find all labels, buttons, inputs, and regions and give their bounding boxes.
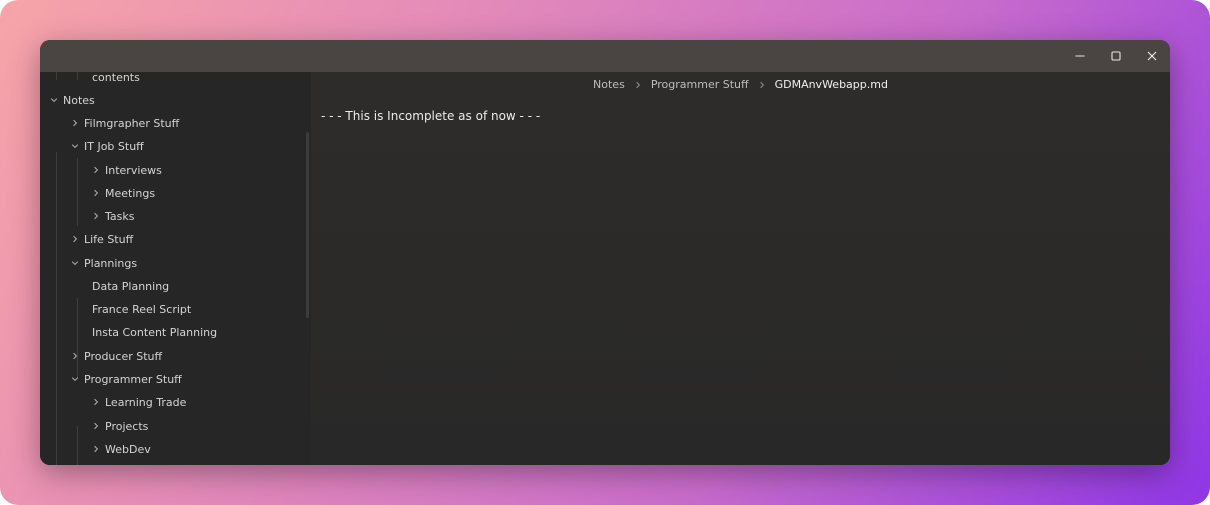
file-item-data-planning[interactable]: Data Planning [92,275,169,297]
tree-item-label: IT Job Stuff [84,139,144,153]
tree-item-label: Interviews [105,163,162,177]
tree-item-label: Filmgrapher Stuff [84,116,180,130]
folder-item-learning-trade[interactable]: Learning Trade [90,391,186,413]
minimize-button[interactable] [1062,40,1098,72]
tree-item-label: contents [92,72,140,84]
sidebar-scrollbar[interactable] [306,132,309,318]
chevron-right-icon [90,422,102,430]
indent-guide [56,152,57,465]
tree-item-label: Projects [105,419,149,433]
folder-item-filmgrapher-stuff[interactable]: Filmgrapher Stuff [69,112,179,134]
folder-item-notes[interactable]: Notes [48,89,95,111]
tree-item-label: Producer Stuff [84,349,163,363]
folder-item-interviews[interactable]: Interviews [90,159,162,181]
chevron-right-icon [634,81,642,89]
close-button[interactable] [1134,40,1170,72]
folder-item-projects[interactable]: Projects [90,415,148,437]
minimize-icon [1075,55,1085,57]
desktop-background: contents Notes Filmgrapher Stuff IT Job … [0,0,1210,505]
tree-item-label: Meetings [105,186,156,200]
tree-item-label: Notes [63,93,95,107]
tree-item-label: Life Stuff [84,232,134,246]
folder-item-tasks[interactable]: Tasks [90,205,134,227]
indent-guide [56,72,57,80]
file-explorer-sidebar: contents Notes Filmgrapher Stuff IT Job … [40,72,311,465]
file-item-france-reel-script[interactable]: France Reel Script [92,298,191,320]
folder-item-plannings[interactable]: Plannings [69,252,137,274]
indent-guide [77,158,78,226]
tree-item-label: Data Planning [92,279,170,293]
file-item-insta-content-planning[interactable]: Insta Content Planning [92,321,217,343]
folder-item-programmer-stuff[interactable]: Programmer Stuff [69,368,182,390]
chevron-right-icon [90,166,102,174]
folder-item-webdev[interactable]: WebDev [90,438,151,460]
window-controls [1062,40,1170,72]
folder-item-meetings[interactable]: Meetings [90,182,155,204]
editor-pane[interactable]: Notes Programmer Stuff GDMAnvWebapp.md -… [311,72,1170,465]
folder-item-it-job-stuff[interactable]: IT Job Stuff [69,135,144,157]
indent-guide [77,426,78,465]
app-window: contents Notes Filmgrapher Stuff IT Job … [40,40,1170,465]
breadcrumb-item-notes[interactable]: Notes [593,78,625,91]
title-bar[interactable] [40,40,1170,72]
chevron-down-icon [69,375,81,383]
tree-item-label: Tasks [105,209,135,223]
chevron-right-icon [90,398,102,406]
chevron-right-icon [69,119,81,127]
tree-item-label: WebDev [105,442,151,456]
chevron-right-icon [90,189,102,197]
chevron-right-icon [69,235,81,243]
chevron-down-icon [69,142,81,150]
close-icon [1147,51,1157,61]
chevron-down-icon [48,96,60,104]
tree-item-label: Insta Content Planning [92,325,218,339]
chevron-right-icon [758,81,766,89]
note-content-text[interactable]: - - - This is Incomplete as of now - - - [321,109,540,123]
tree-item-label: Plannings [84,256,138,270]
indent-guide [77,72,78,80]
tree-item-label: Learning Trade [105,395,187,409]
file-item-contents[interactable]: contents [92,72,140,88]
tree-item-label: Programmer Stuff [84,372,182,386]
maximize-button[interactable] [1098,40,1134,72]
breadcrumb: Notes Programmer Stuff GDMAnvWebapp.md [311,78,1170,91]
maximize-icon [1111,51,1121,61]
folder-item-producer-stuff[interactable]: Producer Stuff [69,345,162,367]
breadcrumb-item-programmer-stuff[interactable]: Programmer Stuff [651,78,749,91]
chevron-down-icon [69,259,81,267]
breadcrumb-item-current-file[interactable]: GDMAnvWebapp.md [775,78,888,91]
chevron-right-icon [90,445,102,453]
tree-item-label: France Reel Script [92,302,192,316]
chevron-right-icon [90,212,102,220]
chevron-right-icon [69,352,81,360]
folder-item-life-stuff[interactable]: Life Stuff [69,228,133,250]
